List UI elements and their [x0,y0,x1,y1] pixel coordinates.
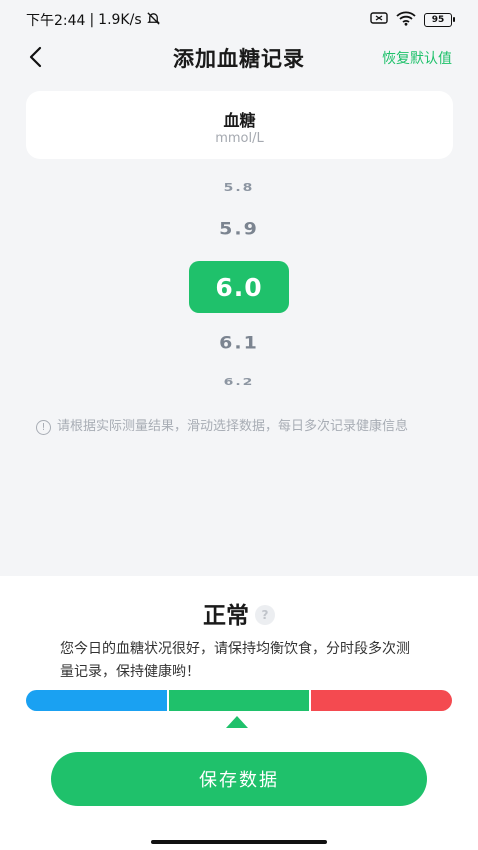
level-bar [26,690,452,711]
result-panel: 正常? 您今日的血糖状况很好，请保持均衡饮食，分时段多次测量记录，保持健康哟！ … [0,576,478,850]
metric-card: 血糖 mmol/L [26,91,453,159]
hint-row: ! 请根据实际测量结果，滑动选择数据，每日多次记录健康信息 [36,418,446,435]
hint-text: 请根据实际测量结果，滑动选择数据，每日多次记录健康信息 [57,419,409,434]
result-status-row: 正常? [0,596,478,630]
result-status: 正常 [203,603,249,629]
status-speed: 1.9K/s [98,12,142,28]
no-sim-icon [370,11,388,29]
battery-icon: 95 [424,13,455,27]
nav-bar: 添加血糖记录 恢复默认值 [0,36,478,78]
info-icon: ! [36,420,51,435]
status-separator: | [89,12,95,28]
wifi-icon [396,11,416,30]
mute-bell-icon [146,11,161,30]
save-button[interactable]: 保存数据 [51,752,427,806]
home-indicator[interactable] [151,840,327,844]
level-segment-high [311,690,452,711]
picker-option[interactable]: 5.9 [0,219,478,239]
picker-option[interactable]: 5.8 [0,182,478,194]
result-description: 您今日的血糖状况很好，请保持均衡饮食，分时段多次测量记录，保持健康哟！ [60,641,410,680]
picker-selected-value[interactable]: 6.0 [189,261,289,313]
level-segment-low [26,690,167,711]
metric-title: 血糖 [223,111,256,130]
metric-unit: mmol/L [215,131,264,146]
status-left: 下午2:44 | 1.9K/s [26,10,161,30]
picker-option[interactable]: 6.2 [0,376,478,387]
question-icon[interactable]: ? [255,604,275,625]
reset-default-button[interactable]: 恢复默认值 [382,48,452,68]
pointer-triangle-icon [226,716,248,728]
level-segment-normal [166,690,312,711]
back-arrow-icon[interactable] [22,42,52,72]
value-picker[interactable]: 5.8 5.9 6.0 6.1 6.2 [0,170,478,400]
picker-option[interactable]: 6.1 [0,333,478,353]
status-time: 下午2:44 [26,13,86,29]
status-right: 95 [370,11,455,30]
status-bar: 下午2:44 | 1.9K/s 95 [0,0,478,40]
